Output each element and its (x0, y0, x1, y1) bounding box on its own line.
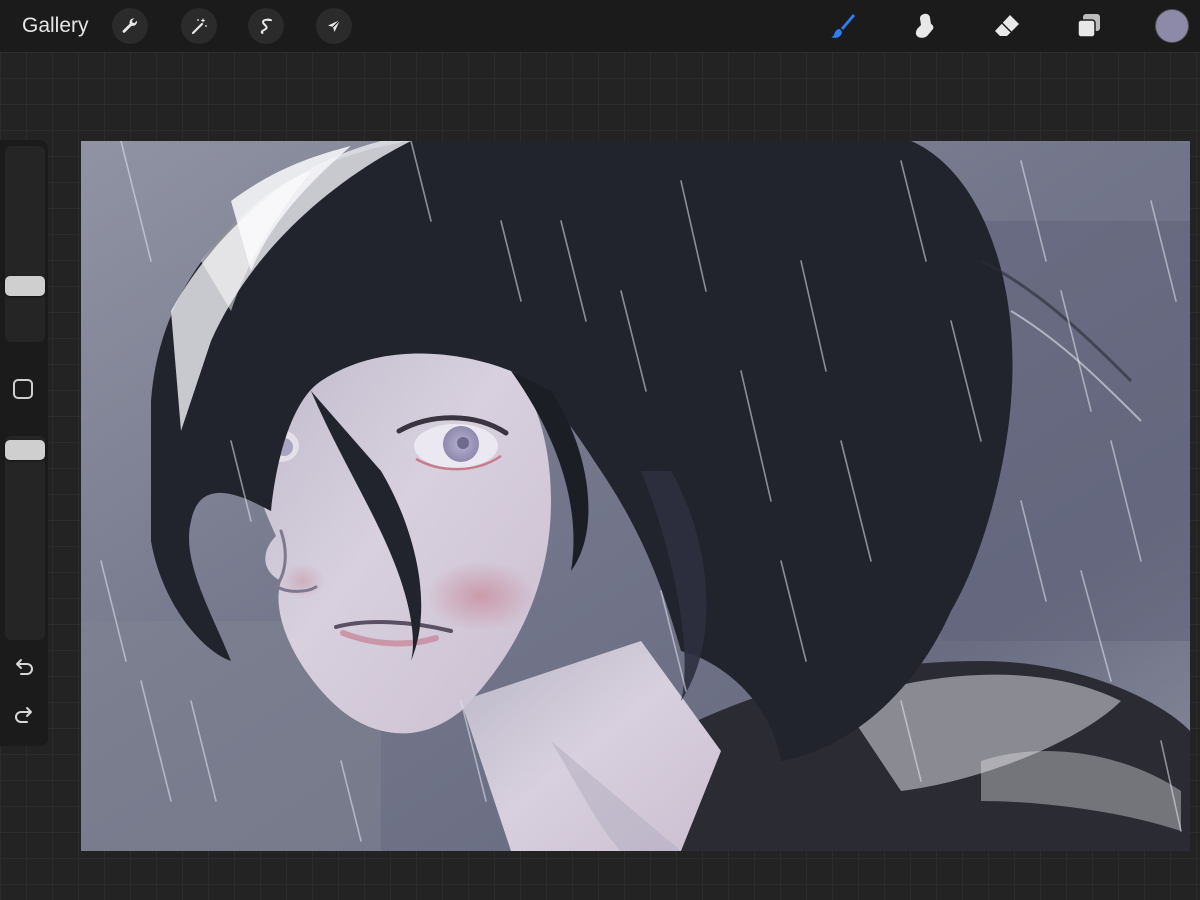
brush-tool[interactable] (826, 9, 860, 43)
undo-button[interactable] (12, 655, 36, 679)
top-toolbar: Gallery (0, 0, 1200, 52)
brush-size-slider[interactable] (5, 146, 45, 342)
brush-opacity-thumb[interactable] (5, 440, 45, 460)
undo-icon (16, 659, 33, 675)
eraser-icon (995, 15, 1019, 36)
brush-icon (831, 14, 855, 38)
layers-icon (1077, 14, 1100, 38)
wrench-icon (122, 18, 137, 33)
redo-icon (15, 707, 32, 723)
brush-opacity-slider[interactable] (5, 436, 45, 640)
adjustments-button[interactable] (181, 8, 217, 44)
transform-button[interactable] (316, 8, 352, 44)
smudge-icon (915, 13, 934, 38)
layers-tool[interactable] (1072, 9, 1106, 43)
brush-size-thumb[interactable] (5, 276, 45, 296)
color-picker-swatch[interactable] (1155, 9, 1189, 43)
drawing-canvas[interactable] (81, 141, 1190, 851)
modify-button[interactable] (13, 379, 33, 399)
left-sidebar (0, 140, 48, 746)
magic-wand-icon (191, 18, 207, 35)
selection-icon (260, 18, 272, 34)
gallery-button[interactable]: Gallery (22, 13, 89, 39)
actions-button[interactable] (112, 8, 148, 44)
selection-button[interactable] (248, 8, 284, 44)
artwork-rainy-portrait (81, 141, 1190, 851)
transform-arrow-icon (328, 19, 341, 32)
procreate-app: Gallery (0, 0, 1200, 900)
redo-button[interactable] (12, 703, 36, 727)
eraser-tool[interactable] (990, 9, 1024, 43)
smudge-tool[interactable] (908, 9, 942, 43)
